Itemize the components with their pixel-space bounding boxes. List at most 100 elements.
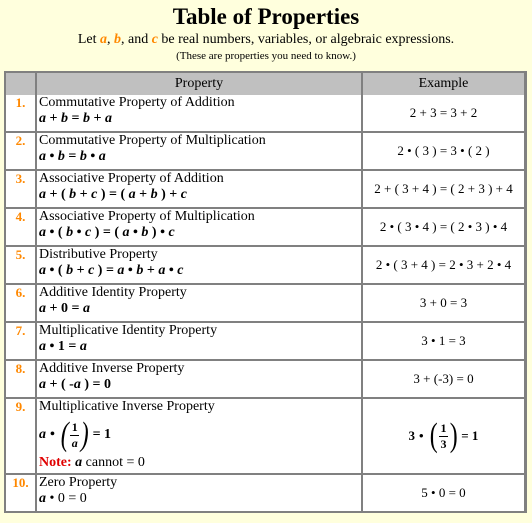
property-formula: a + 0 = a bbox=[39, 301, 359, 317]
property-name: Commutative Property of Addition bbox=[39, 95, 235, 110]
variable-b: b bbox=[113, 32, 121, 47]
formula-operator: ) = bbox=[94, 263, 118, 278]
formula-variable: b bbox=[79, 149, 87, 164]
property-cell: Zero Property a • 0 = 0 bbox=[37, 475, 363, 511]
row-number: 5. bbox=[6, 247, 37, 285]
formula-operator: = bbox=[67, 111, 83, 126]
example-cell: 2 • ( 3 ) = 3 • ( 2 ) bbox=[363, 133, 524, 171]
numerator: 1 bbox=[71, 419, 78, 434]
row-number: 1. bbox=[6, 95, 37, 133]
formula-variable: a bbox=[98, 149, 106, 164]
property-formula: a • ( 1 a ) = 1 bbox=[39, 415, 359, 455]
formula-operator: + bbox=[46, 111, 61, 126]
row-number: 6. bbox=[6, 285, 37, 323]
formula-operator: • bbox=[46, 149, 58, 164]
table-row: 10. Zero Property a • 0 = 0 5 • 0 = 0 bbox=[6, 475, 524, 511]
formula-variable: c bbox=[168, 225, 175, 240]
property-name: Multiplicative Identity Property bbox=[39, 323, 218, 338]
property-name: Multiplicative Inverse Property bbox=[39, 399, 215, 414]
subtitle-sep: , bbox=[106, 32, 114, 47]
example-result: = 1 bbox=[461, 428, 479, 443]
formula-operator: = bbox=[64, 149, 80, 164]
formula-variable: a bbox=[39, 187, 46, 202]
property-cell: Commutative Property of Addition a + b = … bbox=[37, 95, 363, 133]
table-row: 2. Commutative Property of Multiplicatio… bbox=[6, 133, 524, 171]
property-formula: a • 1 = a bbox=[39, 339, 359, 355]
formula-operator: + ( - bbox=[46, 377, 74, 392]
formula-variable: b bbox=[82, 111, 90, 126]
property-name: Associative Property of Addition bbox=[39, 171, 224, 186]
fraction-body: 1 3 bbox=[438, 420, 448, 451]
note-text: cannot = 0 bbox=[82, 455, 145, 470]
table-row: 3. Associative Property of Addition a + (… bbox=[6, 171, 524, 209]
multiply-dot: • bbox=[50, 427, 55, 442]
table-row: 7. Multiplicative Identity Property a • 1… bbox=[6, 323, 524, 361]
formula-base: a bbox=[39, 427, 46, 442]
column-header-property: Property bbox=[37, 73, 363, 95]
right-paren: ) bbox=[80, 416, 89, 453]
formula-operator: + bbox=[73, 263, 89, 278]
formula-variable: a bbox=[39, 491, 46, 506]
numerator: 1 bbox=[440, 420, 447, 435]
property-cell: Additive Inverse Property a + ( -a ) = 0 bbox=[37, 361, 363, 399]
left-paren: ( bbox=[60, 416, 69, 453]
formula-operator: • bbox=[165, 263, 178, 278]
row-number: 7. bbox=[6, 323, 37, 361]
table-row: 8. Additive Inverse Property a + ( -a ) =… bbox=[6, 361, 524, 399]
formula-variable: b bbox=[60, 111, 68, 126]
formula-operator: ) + bbox=[157, 187, 181, 202]
example-cell: 2 + 3 = 3 + 2 bbox=[363, 95, 524, 133]
property-formula: a • b = b • a bbox=[39, 149, 359, 165]
table-row: 1. Commutative Property of Addition a + b… bbox=[6, 95, 524, 133]
property-formula: a • ( b • c ) = ( a • b ) • c bbox=[39, 225, 359, 241]
formula-variable: a bbox=[39, 377, 46, 392]
property-formula: a + b = b + a bbox=[39, 111, 359, 127]
property-cell: Additive Identity Property a + 0 = a bbox=[37, 285, 363, 323]
formula-variable: a bbox=[79, 339, 87, 354]
property-formula: a • 0 = 0 bbox=[39, 491, 359, 507]
formula-variable: a bbox=[39, 263, 46, 278]
formula-operator: + bbox=[135, 187, 151, 202]
example-cell: 3 • ( 1 3 ) = 1 bbox=[363, 399, 524, 475]
table-row: 6. Additive Identity Property a + 0 = a 3… bbox=[6, 285, 524, 323]
property-formula: a + ( -a ) = 0 bbox=[39, 377, 359, 393]
formula-rest: • 0 = 0 bbox=[46, 491, 87, 506]
formula-operator: + bbox=[89, 111, 105, 126]
formula-variable: a bbox=[73, 377, 81, 392]
property-name: Associative Property of Multiplication bbox=[39, 209, 255, 224]
formula-operator: + ( bbox=[46, 187, 70, 202]
formula-operator: ) = 0 bbox=[80, 377, 111, 392]
fraction-body: 1 a bbox=[70, 419, 80, 450]
property-name: Additive Identity Property bbox=[39, 285, 187, 300]
formula-variable: c bbox=[180, 187, 187, 202]
variable-a: a bbox=[99, 32, 107, 47]
fraction: ( 1 3 ) bbox=[428, 419, 460, 453]
formula-result: = 1 bbox=[92, 427, 112, 442]
property-name: Distributive Property bbox=[39, 247, 158, 262]
property-cell: Distributive Property a • ( b + c ) = a •… bbox=[37, 247, 363, 285]
example-cell: 3 + (-3) = 0 bbox=[363, 361, 524, 399]
property-name: Zero Property bbox=[39, 475, 118, 490]
property-formula: a + ( b + c ) = ( a + b ) + c bbox=[39, 187, 359, 203]
example-base: 3 bbox=[408, 428, 416, 443]
table-header-row: Property Example bbox=[6, 73, 524, 95]
example-cell: 2 • ( 3 + 4 ) = 2 • 3 + 2 • 4 bbox=[363, 247, 524, 285]
formula-operator: + bbox=[76, 187, 92, 202]
table-row: 9. Multiplicative Inverse Property a • (… bbox=[6, 399, 524, 475]
table-row: 5. Distributive Property a • ( b + c ) = … bbox=[6, 247, 524, 285]
note-line: Note: a cannot = 0 bbox=[39, 455, 359, 471]
subtitle-note: (These are properties you need to know.) bbox=[176, 50, 356, 62]
formula-variable: a bbox=[39, 301, 46, 316]
formula-operator: • ( bbox=[46, 225, 67, 240]
property-formula: a • ( b + c ) = a • b + a • c bbox=[39, 263, 359, 279]
fraction: ( 1 a ) bbox=[59, 418, 91, 452]
subtitle: Let a, b, and c be real numbers, variabl… bbox=[0, 31, 532, 48]
formula-operator: ) = ( bbox=[91, 225, 123, 240]
example-cell: 2 + ( 3 + 4 ) = ( 2 + 3 ) + 4 bbox=[363, 171, 524, 209]
row-number: 3. bbox=[6, 171, 37, 209]
column-header-number bbox=[6, 73, 37, 95]
formula-variable: b bbox=[57, 149, 65, 164]
formula-variable: b bbox=[150, 187, 158, 202]
formula-variable: a bbox=[82, 301, 90, 316]
property-cell: Multiplicative Identity Property a • 1 = … bbox=[37, 323, 363, 361]
